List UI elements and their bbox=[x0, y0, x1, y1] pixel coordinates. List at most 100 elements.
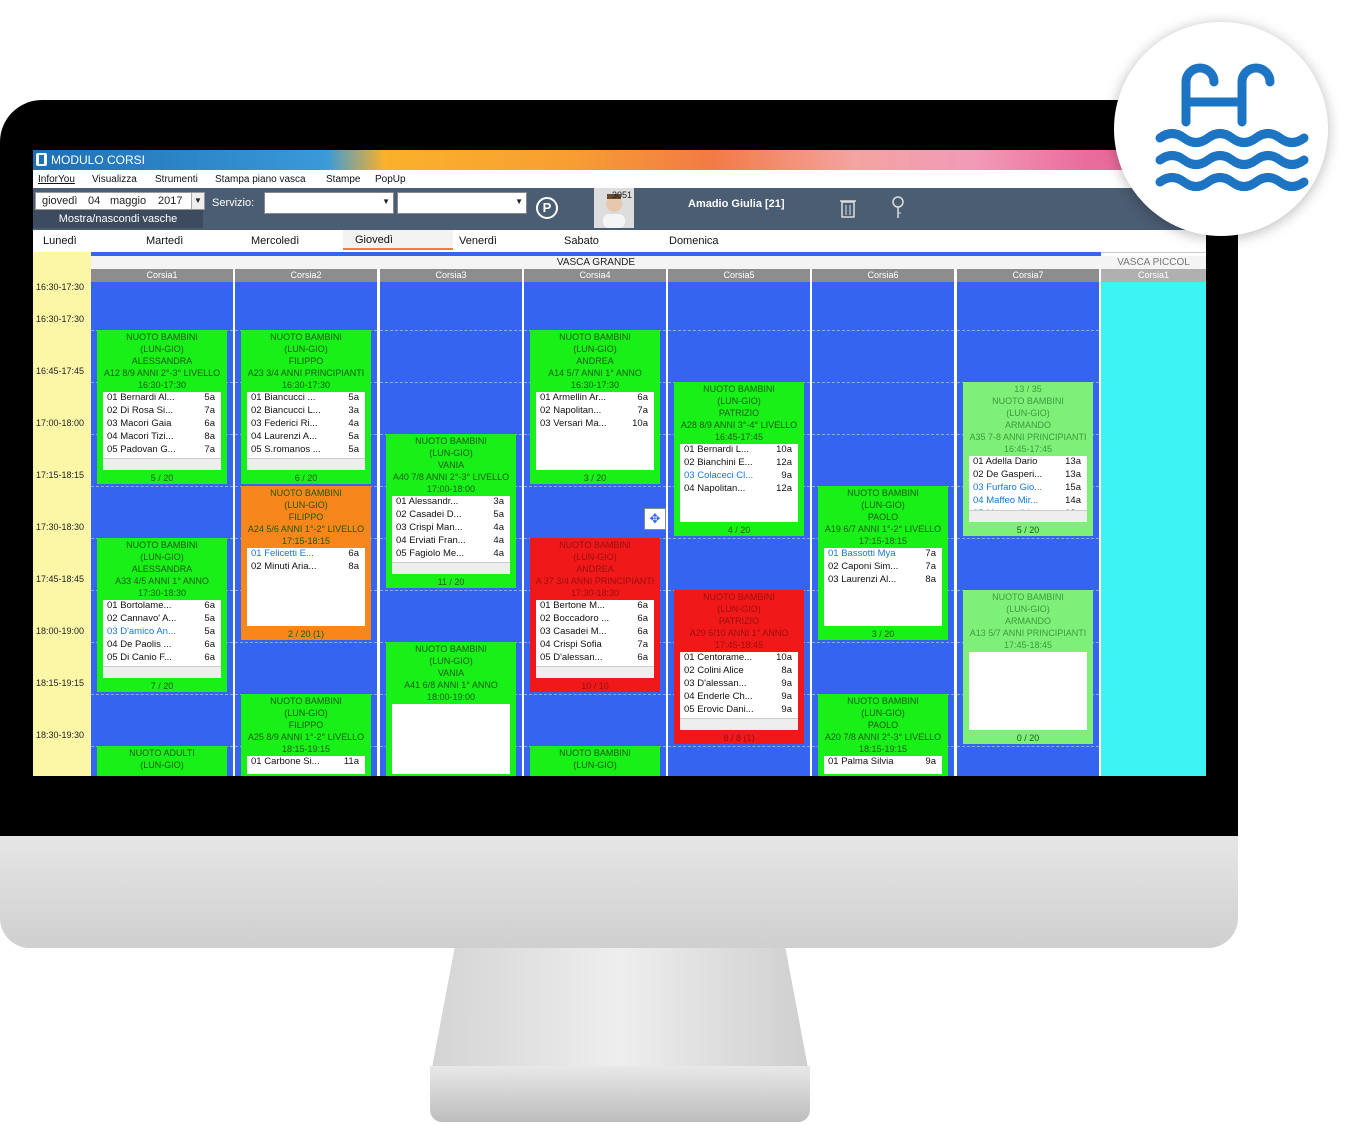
tab-giovedi[interactable]: Giovedì bbox=[343, 230, 453, 250]
list-item[interactable]: 04 Erviati Fran... 4a bbox=[392, 535, 510, 548]
list-item[interactable]: 01 Alessandr... 3a bbox=[392, 496, 510, 509]
key-icon[interactable] bbox=[891, 196, 905, 220]
tab-lunedi[interactable]: Lunedì bbox=[43, 235, 77, 247]
enrollee-list[interactable]: 01 Bernardi Al... 5a 02 Di Rosa Si... 7a 03 … bbox=[103, 392, 221, 470]
course-card[interactable]: NUOTO BAMBINI (LUN-GIO) PATRIZIO A28 8/9 AN… bbox=[674, 382, 804, 536]
list-item[interactable]: 04 Maffeo Mir... 14a bbox=[969, 495, 1087, 508]
list-item[interactable]: 05 Di Canio F... 6a bbox=[103, 652, 221, 665]
chevron-down-icon[interactable]: ▼ bbox=[191, 193, 204, 209]
list-item[interactable]: 05 Padovan G... 7a bbox=[103, 444, 221, 457]
horizontal-scrollbar[interactable] bbox=[969, 510, 1087, 522]
list-item[interactable]: 01 Bernardi L... 10a bbox=[680, 444, 798, 457]
date-picker[interactable]: giovedì 04 maggio 2017 ▼ bbox=[35, 192, 205, 210]
list-item[interactable]: 05 D'alessan... 6a bbox=[536, 652, 654, 665]
list-item[interactable]: 04 Macori Tizi... 8a bbox=[103, 431, 221, 444]
list-item[interactable]: 01 Armellin Ar... 6a bbox=[536, 392, 654, 405]
enrollee-list[interactable] bbox=[969, 652, 1087, 730]
horizontal-scrollbar[interactable] bbox=[247, 458, 365, 470]
course-card[interactable]: NUOTO BAMBINI (LUN-GIO) ARMANDO A13 5/7 ANN… bbox=[963, 590, 1093, 744]
service-select[interactable]: ▼ bbox=[264, 192, 394, 214]
course-card[interactable]: NUOTO BAMBINI (LUN-GIO) PAOLO A20 7/8 ANNI … bbox=[818, 694, 948, 776]
menu-stampa-piano-vasca[interactable]: Stampa piano vasca bbox=[215, 174, 306, 185]
list-item[interactable]: 01 Biancucci ... 5a bbox=[247, 392, 365, 405]
list-item[interactable]: 01 Centorame... 10a bbox=[680, 652, 798, 665]
enrollee-list[interactable]: 01 Carbone Si... 11a bbox=[247, 756, 365, 774]
list-item[interactable]: 02 Boccadoro ... 6a bbox=[536, 613, 654, 626]
horizontal-scrollbar[interactable] bbox=[680, 718, 798, 730]
course-card[interactable]: NUOTO BAMBINI (LUN-GIO) FILIPPO A25 8/9 ANN… bbox=[241, 694, 371, 776]
enrollee-list[interactable]: 01 Armellin Ar... 6a 02 Napolitan... 7a 03 V… bbox=[536, 392, 654, 470]
enrollee-list[interactable]: 01 Centorame... 10a 02 Colini Alice 8a 03 D'… bbox=[680, 652, 798, 730]
list-item[interactable]: 05 Fagiolo Me... 4a bbox=[392, 548, 510, 561]
list-item[interactable]: 03 Furfaro Gio... 15a bbox=[969, 482, 1087, 495]
list-item[interactable]: 01 Felicetti E... 6a bbox=[247, 548, 365, 561]
course-card[interactable]: 13 / 35 NUOTO BAMBINI (LUN-GIO) ARMANDO A35 … bbox=[963, 382, 1093, 536]
list-item[interactable]: 02 Minuti Aria... 8a bbox=[247, 561, 365, 574]
enrollee-list[interactable]: 01 Adella Dario 13a 02 De Gasperi... 13a 03 … bbox=[969, 456, 1087, 522]
list-item[interactable]: 02 Napolitan... 7a bbox=[536, 405, 654, 418]
list-item[interactable]: 04 Napolitan... 12a bbox=[680, 483, 798, 496]
list-item[interactable]: 02 Di Rosa Si... 7a bbox=[103, 405, 221, 418]
list-item[interactable]: 01 Bortolame... 6a bbox=[103, 600, 221, 613]
list-item[interactable]: 01 Carbone Si... 11a bbox=[247, 756, 365, 769]
course-card[interactable]: NUOTO BAMBINI (LUN-GIO) PAOLO A19 6/7 ANNI … bbox=[818, 486, 948, 640]
course-card[interactable]: NUOTO BAMBINI (LUN-GIO) FILIPPO A24 5/6 ANN… bbox=[241, 486, 371, 640]
list-item[interactable]: 02 Bianchini E... 12a bbox=[680, 457, 798, 470]
list-item[interactable]: 03 Crispi Man... 4a bbox=[392, 522, 510, 535]
course-card[interactable]: NUOTO ADULTI (LUN-GIO) bbox=[97, 746, 227, 776]
menu-inforyou[interactable]: InforYou bbox=[38, 174, 75, 185]
list-item[interactable]: 01 Adella Dario 13a bbox=[969, 456, 1087, 469]
menu-visualizza[interactable]: Visualizza bbox=[92, 174, 137, 185]
list-item[interactable]: 03 Colaceci Cl... 9a bbox=[680, 470, 798, 483]
list-item[interactable]: 04 Enderle Ch... 9a bbox=[680, 691, 798, 704]
list-item[interactable]: 02 De Gasperi... 13a bbox=[969, 469, 1087, 482]
service-subselect[interactable]: ▼ bbox=[397, 192, 527, 214]
list-item[interactable]: 04 Laurenzi A... 5a bbox=[247, 431, 365, 444]
horizontal-scrollbar[interactable] bbox=[536, 666, 654, 678]
enrollee-list[interactable]: 01 Bertone M... 6a 02 Boccadoro ... 6a 03 Ca… bbox=[536, 600, 654, 678]
list-item[interactable]: 01 Bertone M... 6a bbox=[536, 600, 654, 613]
list-item[interactable]: 01 Palma Silvia 9a bbox=[824, 756, 942, 769]
course-card[interactable]: NUOTO BAMBINI (LUN-GIO) ALESSANDRA A12 8/9 … bbox=[97, 330, 227, 484]
enrollee-list[interactable] bbox=[392, 704, 510, 774]
tab-mercoledi[interactable]: Mercoledì bbox=[251, 235, 299, 247]
enrollee-list[interactable]: 01 Felicetti E... 6a 02 Minuti Aria... 8a bbox=[247, 548, 365, 626]
parking-icon[interactable]: P bbox=[536, 197, 558, 219]
list-item[interactable]: 03 Federici Ri... 4a bbox=[247, 418, 365, 431]
tab-martedi[interactable]: Martedì bbox=[146, 235, 183, 247]
course-card[interactable]: NUOTO BAMBINI (LUN-GIO) VANIA A40 7/8 ANNI … bbox=[386, 434, 516, 588]
horizontal-scrollbar[interactable] bbox=[103, 458, 221, 470]
menu-popup[interactable]: PopUp bbox=[375, 174, 406, 185]
horizontal-scrollbar[interactable] bbox=[392, 562, 510, 574]
course-card[interactable]: NUOTO BAMBINI (LUN-GIO) ALESSANDRA A33 4/5 … bbox=[97, 538, 227, 692]
list-item[interactable]: 01 Bernardi Al... 5a bbox=[103, 392, 221, 405]
enrollee-list[interactable]: 01 Biancucci ... 5a 02 Biancucci L... 3a 03 … bbox=[247, 392, 365, 470]
tab-domenica[interactable]: Domenica bbox=[669, 235, 719, 247]
list-item[interactable]: 02 Casadei D... 5a bbox=[392, 509, 510, 522]
list-item[interactable]: 04 De Paolis ... 6a bbox=[103, 639, 221, 652]
enrollee-list[interactable]: 01 Alessandr... 3a 02 Casadei D... 5a 03 Cri… bbox=[392, 496, 510, 574]
list-item[interactable]: 03 Casadei M... 6a bbox=[536, 626, 654, 639]
list-item[interactable]: 05 Erovic Dani... 9a bbox=[680, 704, 798, 717]
move-icon[interactable]: ✥ bbox=[644, 508, 666, 530]
enrollee-list[interactable]: 01 Bernardi L... 10a 02 Bianchini E... 12a 0… bbox=[680, 444, 798, 522]
toggle-pools-button[interactable]: Mostra/nascondi vasche bbox=[33, 210, 203, 228]
trash-icon[interactable] bbox=[840, 198, 856, 218]
course-card[interactable]: NUOTO BAMBINI (LUN-GIO) ANDREA A14 5/7 ANNI… bbox=[530, 330, 660, 484]
list-item[interactable]: 02 Caponi Sim... 7a bbox=[824, 561, 942, 574]
list-item[interactable]: 02 Biancucci L... 3a bbox=[247, 405, 365, 418]
list-item[interactable]: 01 Bassotti Mya 7a bbox=[824, 548, 942, 561]
course-card[interactable]: NUOTO BAMBINI (LUN-GIO) bbox=[530, 746, 660, 776]
list-item[interactable]: 02 Colini Alice 8a bbox=[680, 665, 798, 678]
course-card[interactable]: NUOTO BAMBINI (LUN-GIO) VANIA A41 6/8 ANNI … bbox=[386, 642, 516, 776]
enrollee-list[interactable]: 01 Bassotti Mya 7a 02 Caponi Sim... 7a 03 La… bbox=[824, 548, 942, 626]
list-item[interactable]: 02 Cannavo' A... 5a bbox=[103, 613, 221, 626]
menu-strumenti[interactable]: Strumenti bbox=[155, 174, 198, 185]
course-card[interactable]: NUOTO BAMBINI (LUN-GIO) PATRIZIO A29 6/10 A… bbox=[674, 590, 804, 744]
list-item[interactable]: 03 Laurenzi Al... 8a bbox=[824, 574, 942, 587]
horizontal-scrollbar[interactable] bbox=[103, 666, 221, 678]
tab-sabato[interactable]: Sabato bbox=[564, 235, 599, 247]
list-item[interactable]: 03 Versari Ma... 10a bbox=[536, 418, 654, 431]
course-card[interactable]: NUOTO BAMBINI (LUN-GIO) FILIPPO A23 3/4 ANN… bbox=[241, 330, 371, 484]
list-item[interactable]: 03 D'alessan... 9a bbox=[680, 678, 798, 691]
